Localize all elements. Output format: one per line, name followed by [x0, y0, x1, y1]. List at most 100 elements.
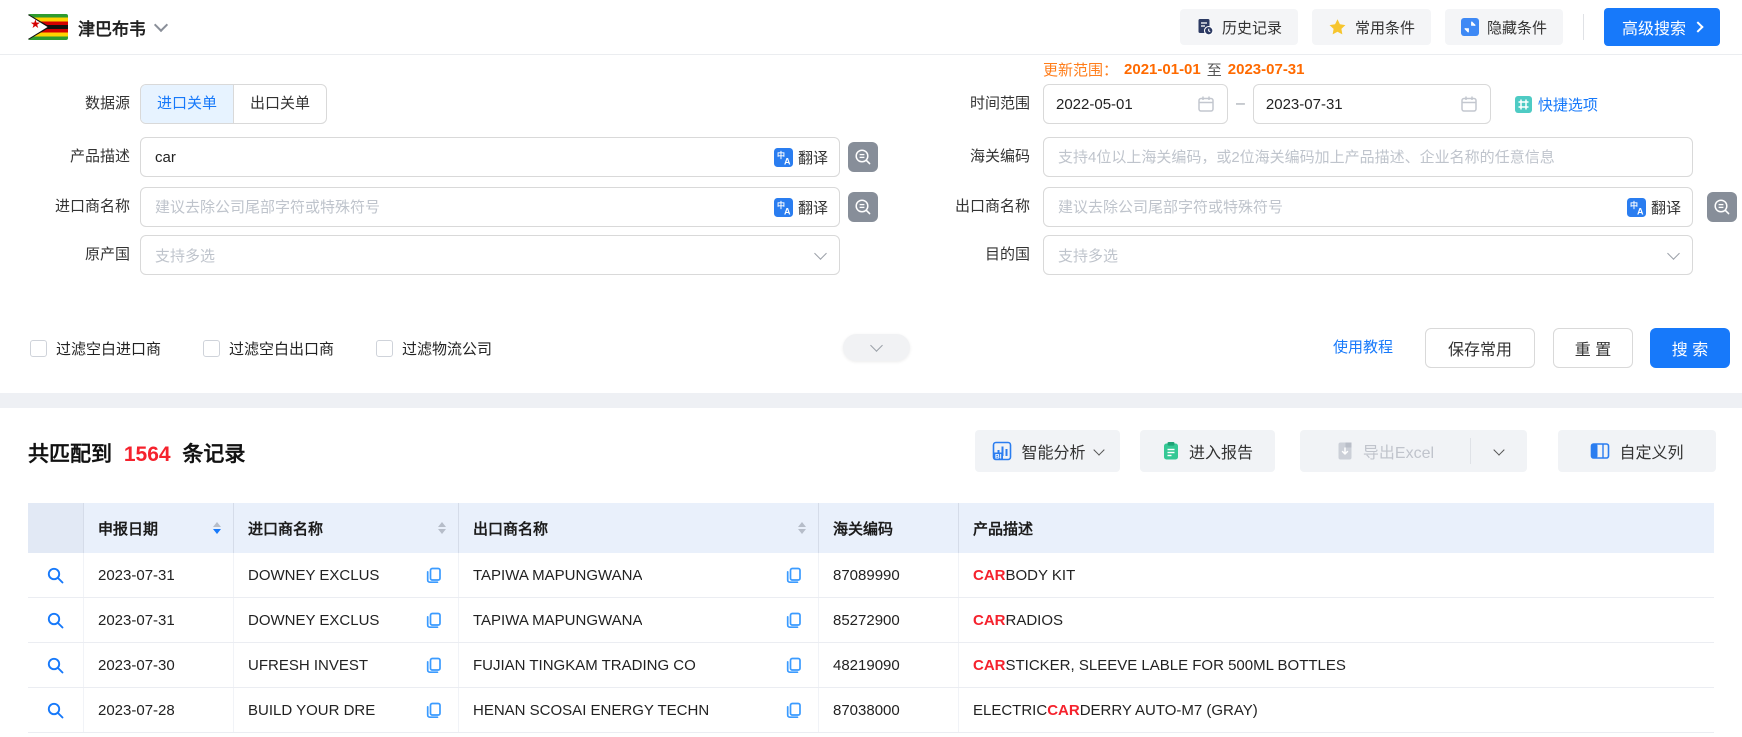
- custom-columns-button[interactable]: 自定义列: [1558, 430, 1716, 472]
- date-start-value: 2022-05-01: [1056, 96, 1197, 113]
- update-range-label: 更新范围：: [1043, 59, 1118, 80]
- copy-icon[interactable]: [786, 567, 802, 584]
- collapse-form-button[interactable]: [843, 334, 910, 361]
- country-selector[interactable]: ★ 津巴布韦: [28, 14, 166, 40]
- fuzzy-search-toggle[interactable]: [1707, 192, 1737, 222]
- date-end-value: 2023-07-31: [1266, 96, 1460, 113]
- filter-logistics-checkbox[interactable]: 过滤物流公司: [376, 338, 492, 359]
- date-end-input[interactable]: 2023-07-31: [1253, 84, 1491, 124]
- table-row: 2023-07-31DOWNEY EXCLUSTAPIWA MAPUNGWANA…: [28, 553, 1714, 598]
- row-cell-importer: DOWNEY EXCLUS: [234, 553, 459, 597]
- sort-control[interactable]: [798, 522, 806, 534]
- update-range: 更新范围： 2021-01-01 至 2023-07-31: [1043, 59, 1305, 80]
- filter-blank-exporter-checkbox[interactable]: 过滤空白出口商: [203, 338, 334, 359]
- copy-icon[interactable]: [426, 657, 442, 674]
- fuzzy-search-toggle[interactable]: [848, 142, 878, 172]
- header-label: 海关编码: [833, 518, 893, 539]
- quick-options-link[interactable]: 快捷选项: [1515, 94, 1598, 115]
- destination-label: 目的国: [880, 235, 1030, 275]
- enter-report-button[interactable]: 进入报告: [1140, 430, 1275, 472]
- tab-export-declarations[interactable]: 出口关单: [234, 85, 326, 123]
- row-cell-actions: [28, 598, 84, 642]
- view-detail-icon[interactable]: [46, 701, 65, 720]
- product-desc-input[interactable]: [140, 137, 840, 177]
- results-section: 共匹配到 1564 条记录 BI 智能分析 进入报告 导出Excel 自: [0, 408, 1742, 737]
- copy-icon[interactable]: [786, 612, 802, 629]
- origin-country-label: 原产国: [0, 235, 130, 275]
- sort-control[interactable]: [438, 522, 446, 534]
- copy-icon[interactable]: [426, 702, 442, 719]
- translate-button[interactable]: 中A 翻译: [774, 137, 828, 177]
- history-icon: [1196, 18, 1214, 36]
- save-common-button[interactable]: 保存常用: [1425, 328, 1535, 368]
- sort-control[interactable]: [213, 522, 221, 534]
- origin-country-select[interactable]: 支持多选: [140, 235, 840, 275]
- reset-button[interactable]: 重 置: [1553, 328, 1633, 368]
- tab-import-declarations[interactable]: 进口关单: [141, 85, 234, 123]
- smart-analysis-label: 智能分析: [1021, 439, 1085, 463]
- fuzzy-search-toggle[interactable]: [848, 192, 878, 222]
- header-label: 产品描述: [973, 518, 1033, 539]
- hs-code-input[interactable]: [1043, 137, 1693, 177]
- copy-icon[interactable]: [786, 702, 802, 719]
- top-bar: ★ 津巴布韦 历史记录 常用条件 隐藏条件 高级搜索: [0, 0, 1742, 55]
- checkbox-icon: [376, 340, 393, 357]
- data-source-tabs: 进口关单 出口关单: [140, 84, 327, 124]
- smart-analysis-button[interactable]: BI 智能分析: [975, 430, 1120, 472]
- favorites-button[interactable]: 常用条件: [1312, 9, 1431, 45]
- importer-label: 进口商名称: [0, 187, 130, 227]
- filter-label: 过滤物流公司: [402, 338, 492, 359]
- copy-icon[interactable]: [426, 612, 442, 629]
- report-icon: [1162, 441, 1180, 461]
- chevron-down-icon: [814, 247, 827, 260]
- hide-conditions-button[interactable]: 隐藏条件: [1445, 9, 1563, 45]
- view-detail-icon[interactable]: [46, 566, 65, 585]
- tutorial-link[interactable]: 使用教程: [1333, 327, 1393, 369]
- table-row: 2023-07-28BUILD YOUR DREHENAN SCOSAI ENE…: [28, 688, 1714, 733]
- history-button[interactable]: 历史记录: [1180, 9, 1298, 45]
- table-header: 申报日期 进口商名称 出口商名称 海关编码 产品描述: [28, 503, 1714, 553]
- date-start-input[interactable]: 2022-05-01: [1043, 84, 1228, 124]
- row-cell-exporter: FUJIAN TINGKAM TRADING CO: [459, 643, 819, 687]
- copy-icon[interactable]: [786, 657, 802, 674]
- destination-select[interactable]: 支持多选: [1043, 235, 1693, 275]
- header-cell-description: 产品描述: [959, 503, 1714, 553]
- translate-label: 翻译: [798, 197, 828, 218]
- hs-code-label: 海关编码: [880, 137, 1030, 177]
- bi-analysis-icon: BI: [992, 441, 1012, 461]
- export-options-button[interactable]: [1471, 449, 1527, 454]
- chevron-down-icon: [154, 18, 168, 32]
- results-table: 申报日期 进口商名称 出口商名称 海关编码 产品描述 2023-07-31DOW…: [28, 503, 1714, 733]
- row-cell-actions: [28, 643, 84, 687]
- custom-columns-label: 自定义列: [1619, 439, 1683, 463]
- header-cell-actions: [28, 503, 84, 553]
- quick-options-label: 快捷选项: [1538, 94, 1598, 115]
- header-cell-date: 申报日期: [84, 503, 234, 553]
- view-detail-icon[interactable]: [46, 656, 65, 675]
- star-icon: [1328, 18, 1347, 37]
- time-range-label: 时间范围: [880, 84, 1030, 124]
- export-excel-split-button: 导出Excel: [1300, 430, 1527, 472]
- header-cell-exporter: 出口商名称: [459, 503, 819, 553]
- filter-checkboxes: 过滤空白进口商 过滤空白出口商 过滤物流公司: [30, 327, 492, 369]
- search-button[interactable]: 搜 索: [1650, 328, 1730, 368]
- table-row: 2023-07-31DOWNEY EXCLUSTAPIWA MAPUNGWANA…: [28, 598, 1714, 643]
- row-cell-description: CAR BODY KIT: [959, 553, 1714, 597]
- exporter-input[interactable]: [1043, 187, 1693, 227]
- table-body: 2023-07-31DOWNEY EXCLUSTAPIWA MAPUNGWANA…: [28, 553, 1714, 733]
- chevron-down-icon: [1093, 444, 1104, 455]
- svg-text:A: A: [784, 206, 791, 216]
- advanced-search-button[interactable]: 高级搜索: [1604, 8, 1720, 46]
- copy-icon[interactable]: [426, 567, 442, 584]
- filter-label: 过滤空白出口商: [229, 338, 334, 359]
- translate-button[interactable]: 中A 翻译: [774, 187, 828, 227]
- view-detail-icon[interactable]: [46, 611, 65, 630]
- importer-input[interactable]: [140, 187, 840, 227]
- filter-blank-importer-checkbox[interactable]: 过滤空白进口商: [30, 338, 161, 359]
- translate-button[interactable]: 中A 翻译: [1627, 187, 1681, 227]
- translate-label: 翻译: [1651, 197, 1681, 218]
- exporter-label: 出口商名称: [880, 187, 1030, 227]
- row-cell-date: 2023-07-28: [84, 688, 234, 732]
- calendar-icon: [1460, 95, 1478, 113]
- export-excel-button[interactable]: 导出Excel: [1300, 439, 1470, 463]
